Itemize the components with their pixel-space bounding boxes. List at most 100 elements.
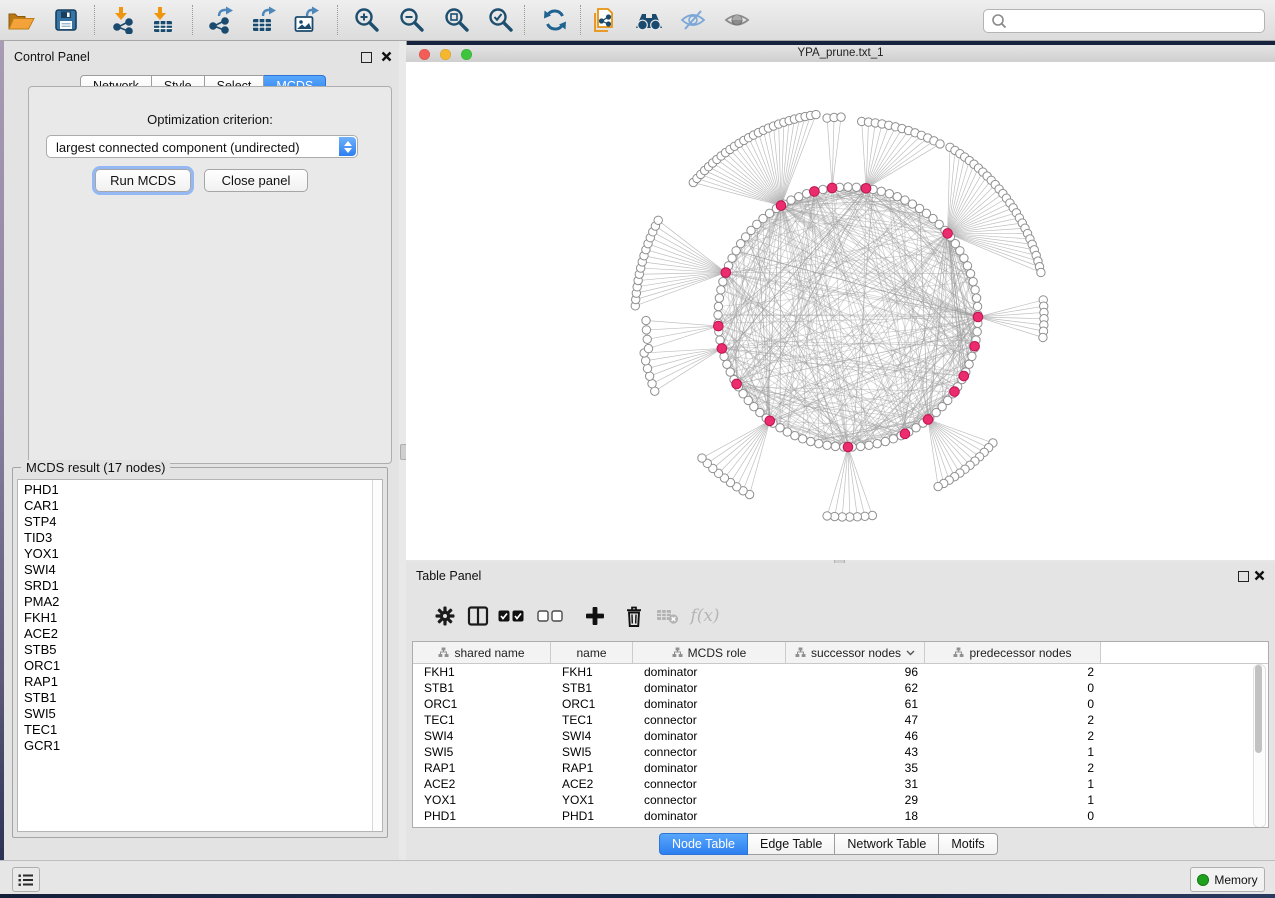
table-row[interactable]: YOX1YOX1connector291 xyxy=(413,792,1268,808)
table-panel: Table Panel xyxy=(406,563,1275,860)
criterion-select[interactable]: largest connected component (undirected) xyxy=(46,135,358,158)
mcds-result-item[interactable]: SWI5 xyxy=(18,706,382,722)
memory-button[interactable]: Memory xyxy=(1190,867,1265,892)
table-row[interactable]: FKH1FKH1dominator962 xyxy=(413,664,1268,680)
mcds-result-item[interactable]: FKH1 xyxy=(18,610,382,626)
scrollbar-thumb[interactable] xyxy=(1255,665,1262,753)
float-window-icon[interactable] xyxy=(1238,571,1249,582)
close-panel-button[interactable]: Close panel xyxy=(204,169,308,192)
table-row[interactable]: RAP1RAP1dominator352 xyxy=(413,760,1268,776)
float-window-icon[interactable] xyxy=(361,52,372,63)
tab-edge-table[interactable]: Edge Table xyxy=(748,833,835,855)
node-table[interactable]: shared namenameMCDS rolesuccessor nodesp… xyxy=(412,641,1269,828)
export-image-button[interactable] xyxy=(289,3,323,37)
mcds-result-item[interactable]: YOX1 xyxy=(18,546,382,562)
search-input[interactable] xyxy=(1013,11,1264,31)
table-cell: ACE2 xyxy=(413,776,551,792)
hide-details-button[interactable] xyxy=(676,3,710,37)
delete-row-button[interactable] xyxy=(619,601,649,631)
plus-icon xyxy=(586,607,604,625)
export-table-button[interactable] xyxy=(246,3,280,37)
table-row[interactable]: SWI5SWI5connector431 xyxy=(413,744,1268,760)
import-network-icon xyxy=(110,6,138,34)
mcds-result-item[interactable]: RAP1 xyxy=(18,674,382,690)
show-panels-button[interactable] xyxy=(12,867,40,892)
delete-table-button[interactable] xyxy=(653,601,683,631)
table-panel-title: Table Panel xyxy=(416,569,481,583)
table-cell: 46 xyxy=(786,728,925,744)
search-network-button[interactable] xyxy=(632,3,666,37)
column-header-successor-nodes[interactable]: successor nodes xyxy=(786,642,925,663)
table-cell: 29 xyxy=(786,792,925,808)
column-header-predecessor-nodes[interactable]: predecessor nodes xyxy=(925,642,1101,663)
mcds-result-item[interactable]: CAR1 xyxy=(18,498,382,514)
table-row[interactable]: ORC1ORC1dominator610 xyxy=(413,696,1268,712)
close-panel-icon[interactable] xyxy=(1254,570,1265,581)
table-row[interactable]: ACE2ACE2connector311 xyxy=(413,776,1268,792)
table-cell: 2 xyxy=(925,712,1101,728)
table-cell: PHD1 xyxy=(551,808,633,824)
network-window-titlebar[interactable]: YPA_prune.txt_1 xyxy=(406,45,1275,63)
save-session-button[interactable] xyxy=(49,3,83,37)
zoom-out-button[interactable] xyxy=(395,3,429,37)
clone-network-button[interactable] xyxy=(587,3,621,37)
column-header-shared-name[interactable]: shared name xyxy=(413,642,551,663)
network-canvas[interactable] xyxy=(406,62,1275,560)
column-header-name[interactable]: name xyxy=(551,642,633,663)
import-network-button[interactable] xyxy=(107,3,141,37)
table-row[interactable]: TEC1TEC1connector472 xyxy=(413,712,1268,728)
tab-network-table[interactable]: Network Table xyxy=(835,833,939,855)
mcds-result-item[interactable]: SRD1 xyxy=(18,578,382,594)
mcds-result-item[interactable]: SWI4 xyxy=(18,562,382,578)
table-cell: 35 xyxy=(786,760,925,776)
table-scrollbar[interactable] xyxy=(1253,664,1266,828)
select-all-columns-button[interactable] xyxy=(496,601,526,631)
table-row[interactable]: STB1STB1dominator620 xyxy=(413,680,1268,696)
list-scrollbar[interactable] xyxy=(372,480,382,831)
close-panel-icon[interactable] xyxy=(381,51,392,62)
run-mcds-button[interactable]: Run MCDS xyxy=(95,169,191,192)
zoom-in-button[interactable] xyxy=(350,3,384,37)
zoom-fit-button[interactable] xyxy=(440,3,474,37)
table-cell: SWI4 xyxy=(413,728,551,744)
control-panel-title: Control Panel xyxy=(14,50,90,64)
select-stepper-icon xyxy=(339,137,356,156)
table-cell: dominator xyxy=(633,680,786,696)
mcds-result-item[interactable]: TID3 xyxy=(18,530,382,546)
table-row[interactable]: SWI4SWI4dominator462 xyxy=(413,728,1268,744)
mcds-result-item[interactable]: STB5 xyxy=(18,642,382,658)
show-columns-button[interactable] xyxy=(463,601,493,631)
reload-button[interactable] xyxy=(538,3,572,37)
mcds-result-item[interactable]: ACE2 xyxy=(18,626,382,642)
eye-slash-icon xyxy=(679,8,707,32)
table-settings-button[interactable] xyxy=(430,601,460,631)
unselect-all-columns-button[interactable] xyxy=(535,601,565,631)
zoom-selected-button[interactable] xyxy=(484,3,518,37)
mcds-result-item[interactable]: STB1 xyxy=(18,690,382,706)
tab-node-table[interactable]: Node Table xyxy=(659,833,748,855)
export-network-button[interactable] xyxy=(203,3,237,37)
zoom-in-icon xyxy=(353,6,381,34)
mcds-result-item[interactable]: GCR1 xyxy=(18,738,382,754)
table-cell: SWI4 xyxy=(551,728,633,744)
table-cell: 62 xyxy=(786,680,925,696)
table-cell: 1 xyxy=(925,744,1101,760)
network-graph xyxy=(406,62,1275,560)
open-file-button[interactable] xyxy=(5,3,39,37)
search-box[interactable] xyxy=(983,9,1265,33)
mcds-result-item[interactable]: TEC1 xyxy=(18,722,382,738)
mcds-result-item[interactable]: STP4 xyxy=(18,514,382,530)
show-details-button[interactable] xyxy=(720,3,754,37)
table-row[interactable]: PHD1PHD1dominator180 xyxy=(413,808,1268,824)
import-table-button[interactable] xyxy=(146,3,180,37)
function-builder-button[interactable]: f(x) xyxy=(690,601,720,631)
add-row-button[interactable] xyxy=(580,601,610,631)
mcds-result-item[interactable]: ORC1 xyxy=(18,658,382,674)
mcds-result-item[interactable]: PMA2 xyxy=(18,594,382,610)
trash-icon xyxy=(624,606,644,627)
mcds-result-list[interactable]: PHD1CAR1STP4TID3YOX1SWI4SRD1PMA2FKH1ACE2… xyxy=(17,479,383,832)
tab-motifs[interactable]: Motifs xyxy=(939,833,997,855)
column-header-MCDS-role[interactable]: MCDS role xyxy=(633,642,786,663)
mcds-result-item[interactable]: PHD1 xyxy=(18,480,382,498)
table-cell: 47 xyxy=(786,712,925,728)
